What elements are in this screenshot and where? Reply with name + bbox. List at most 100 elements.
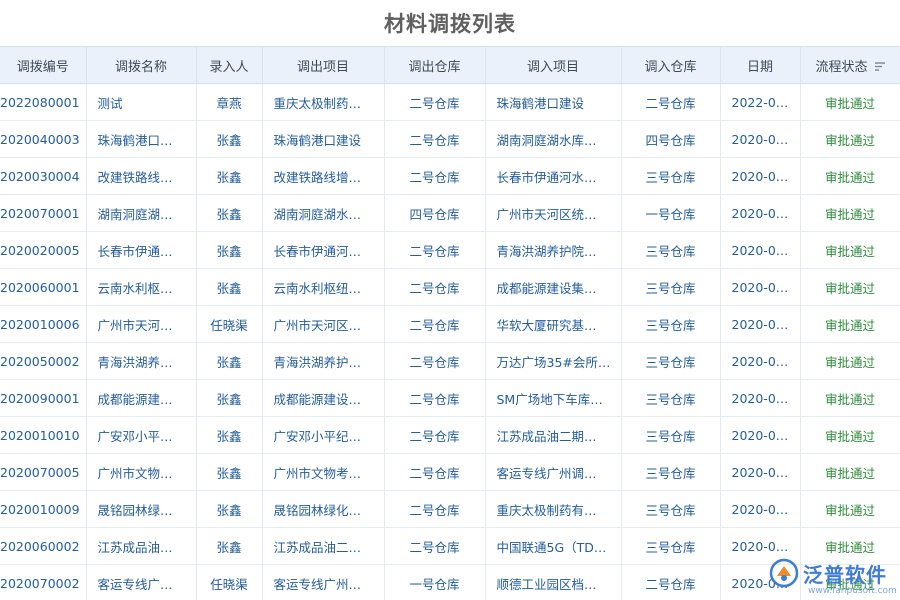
workflow-status-cell: 审批通过: [800, 231, 900, 269]
target-project-cell: 客运专线广州调…: [485, 453, 622, 491]
column-header[interactable]: 调出项目: [262, 46, 385, 84]
workflow-status-cell: 审批通过: [800, 453, 900, 491]
table-row[interactable]: 2020060002 江苏成品油… 张鑫 江苏成品油二… 二号仓库 中国联通5G（TD… 三…: [0, 527, 900, 565]
source-warehouse-cell: 二号仓库: [384, 305, 486, 343]
target-project-cell: 湖南洞庭湖水库…: [485, 120, 622, 158]
transfer-name-cell: 广州市天河…: [86, 305, 197, 343]
workflow-status-cell: 审批通过: [800, 305, 900, 343]
transfer-code-cell[interactable]: 2020090001: [0, 379, 87, 417]
transfer-code-cell[interactable]: 2020070001: [0, 194, 87, 232]
transfer-name-cell: 广安邓小平…: [86, 416, 197, 454]
source-warehouse-cell: 二号仓库: [384, 490, 486, 528]
column-header-label: 调入仓库: [644, 59, 697, 75]
workflow-status-cell: 审批通过: [800, 194, 900, 232]
column-header-label: 调入项目: [526, 59, 579, 75]
source-project-cell: 湖南洞庭湖水…: [262, 194, 385, 232]
table-row[interactable]: 2020070005 广州市文物… 张鑫 广州市文物考… 二号仓库 客运专线广州调… 三号仓…: [0, 453, 900, 491]
transfer-code-cell[interactable]: 2020070002: [0, 564, 87, 600]
table-row[interactable]: 2022080001 测试 章燕 重庆太极制药… 二号仓库 珠海鹤港口建设 二号仓库 2022…: [0, 83, 900, 121]
table-row[interactable]: 2020050002 青海洪湖养… 张鑫 青海洪湖养护… 二号仓库 万达广场35#会所… 三…: [0, 342, 900, 380]
transfer-name-cell: 云南水利枢…: [86, 268, 197, 306]
column-header[interactable]: 流程状态: [800, 46, 900, 84]
table-row[interactable]: 2020010009 晟铭园林绿… 张鑫 晟铭园林绿化… 二号仓库 重庆太极制药有… 三号仓…: [0, 490, 900, 528]
table-row[interactable]: 2020020005 长春市伊通… 张鑫 长春市伊通河… 二号仓库 青海洪湖养护院… 三号仓…: [0, 231, 900, 269]
workflow-status-cell: 审批通过: [800, 268, 900, 306]
transfer-code-cell[interactable]: 2020010010: [0, 416, 87, 454]
table-row[interactable]: 2020010006 广州市天河… 任晓渠 广州市天河区… 二号仓库 华软大厦研究基… 三号…: [0, 305, 900, 343]
transfer-date-cell: 2020-0…: [720, 490, 801, 528]
table-row[interactable]: 2020070002 客运专线广… 任晓渠 客运专线广州… 一号仓库 顺德工业园区档… 二号…: [0, 564, 900, 600]
brand-name: 泛普软件: [803, 562, 887, 587]
transfer-code-cell[interactable]: 2020070005: [0, 453, 87, 491]
target-warehouse-cell: 三号仓库: [621, 231, 721, 269]
target-warehouse-cell: 三号仓库: [621, 490, 721, 528]
target-project-cell: 万达广场35#会所…: [485, 342, 622, 380]
transfer-code-cell[interactable]: 2020030004: [0, 157, 87, 195]
target-warehouse-cell: 二号仓库: [621, 564, 721, 600]
source-project-cell: 云南水利枢纽…: [262, 268, 385, 306]
page-title: 材料调拨列表: [384, 12, 516, 36]
source-warehouse-cell: 二号仓库: [384, 416, 486, 454]
column-header-label: 录入人: [209, 59, 249, 75]
target-warehouse-cell: 三号仓库: [621, 305, 721, 343]
table-row[interactable]: 2020010010 广安邓小平… 张鑫 广安邓小平纪… 二号仓库 江苏成品油二期… 三号仓…: [0, 416, 900, 454]
column-header[interactable]: 调出仓库: [384, 46, 486, 84]
transfer-date-cell: 2020-0…: [720, 194, 801, 232]
entered-by-cell: 张鑫: [196, 120, 263, 158]
entered-by-cell: 张鑫: [196, 416, 263, 454]
target-warehouse-cell: 三号仓库: [621, 527, 721, 565]
target-warehouse-cell: 三号仓库: [621, 268, 721, 306]
target-project-cell: 广州市天河区统…: [485, 194, 622, 232]
transfer-code-cell[interactable]: 2020040003: [0, 120, 87, 158]
source-project-cell: 广州市文物考…: [262, 453, 385, 491]
source-project-cell: 广安邓小平纪…: [262, 416, 385, 454]
target-warehouse-cell: 四号仓库: [621, 120, 721, 158]
transfer-code-cell[interactable]: 2020020005: [0, 231, 87, 269]
table-row[interactable]: 2020070001 湖南洞庭湖… 张鑫 湖南洞庭湖水… 四号仓库 广州市天河区统… 一号仓…: [0, 194, 900, 232]
column-header[interactable]: 调入项目: [485, 46, 622, 84]
entered-by-cell: 任晓渠: [196, 564, 263, 600]
target-project-cell: 青海洪湖养护院…: [485, 231, 622, 269]
sort-filter-icon[interactable]: [874, 62, 885, 72]
transfer-date-cell: 2020-0…: [720, 231, 801, 269]
transfer-date-cell: 2022-0…: [720, 83, 801, 121]
table-row[interactable]: 2020030004 改建铁路线… 张鑫 改建铁路线增… 二号仓库 长春市伊通河水… 三号仓…: [0, 157, 900, 195]
column-header[interactable]: 录入人: [196, 46, 263, 84]
entered-by-cell: 张鑫: [196, 342, 263, 380]
transfer-code-cell[interactable]: 2020010009: [0, 490, 87, 528]
workflow-status-cell: 审批通过: [800, 416, 900, 454]
column-header[interactable]: 日期: [720, 46, 801, 84]
transfer-code-cell[interactable]: 2020060001: [0, 268, 87, 306]
fanpu-logo-icon: [769, 558, 799, 588]
brand-logo: 泛普软件 www.fanpusoft.com: [768, 548, 898, 598]
column-header-label: 调拨名称: [114, 59, 167, 75]
transfer-code-cell[interactable]: 2022080001: [0, 83, 87, 121]
transfer-name-cell: 客运专线广…: [86, 564, 197, 600]
transfer-date-cell: 2020-0…: [720, 268, 801, 306]
target-project-cell: 华软大厦研究基…: [485, 305, 622, 343]
source-project-cell: 晟铭园林绿化…: [262, 490, 385, 528]
column-header-label: 调出仓库: [408, 59, 461, 75]
transfer-code-cell[interactable]: 2020050002: [0, 342, 87, 380]
target-project-cell: 成都能源建设集…: [485, 268, 622, 306]
source-warehouse-cell: 四号仓库: [384, 194, 486, 232]
transfer-date-cell: 2020-0…: [720, 120, 801, 158]
transfer-code-cell[interactable]: 2020010006: [0, 305, 87, 343]
source-project-cell: 珠海鹤港口建设: [262, 120, 385, 158]
transfer-date-cell: 2020-0…: [720, 342, 801, 380]
workflow-status-cell: 审批通过: [800, 342, 900, 380]
column-header-label: 调出项目: [296, 59, 349, 75]
transfer-code-cell[interactable]: 2020060002: [0, 527, 87, 565]
column-header[interactable]: 调拨编号: [0, 46, 87, 84]
source-project-cell: 改建铁路线增…: [262, 157, 385, 195]
column-header[interactable]: 调入仓库: [621, 46, 721, 84]
target-project-cell: 长春市伊通河水…: [485, 157, 622, 195]
source-warehouse-cell: 二号仓库: [384, 453, 486, 491]
workflow-status-cell: 审批通过: [800, 120, 900, 158]
table-row[interactable]: 2020090001 成都能源建… 张鑫 成都能源建设… 二号仓库 SM广场地下车库… 三号…: [0, 379, 900, 417]
entered-by-cell: 张鑫: [196, 527, 263, 565]
entered-by-cell: 张鑫: [196, 268, 263, 306]
table-row[interactable]: 2020040003 珠海鹤港口… 张鑫 珠海鹤港口建设 二号仓库 湖南洞庭湖水库… 四号仓…: [0, 120, 900, 158]
table-row[interactable]: 2020060001 云南水利枢… 张鑫 云南水利枢纽… 二号仓库 成都能源建设集… 三号仓…: [0, 268, 900, 306]
column-header[interactable]: 调拨名称: [86, 46, 197, 84]
